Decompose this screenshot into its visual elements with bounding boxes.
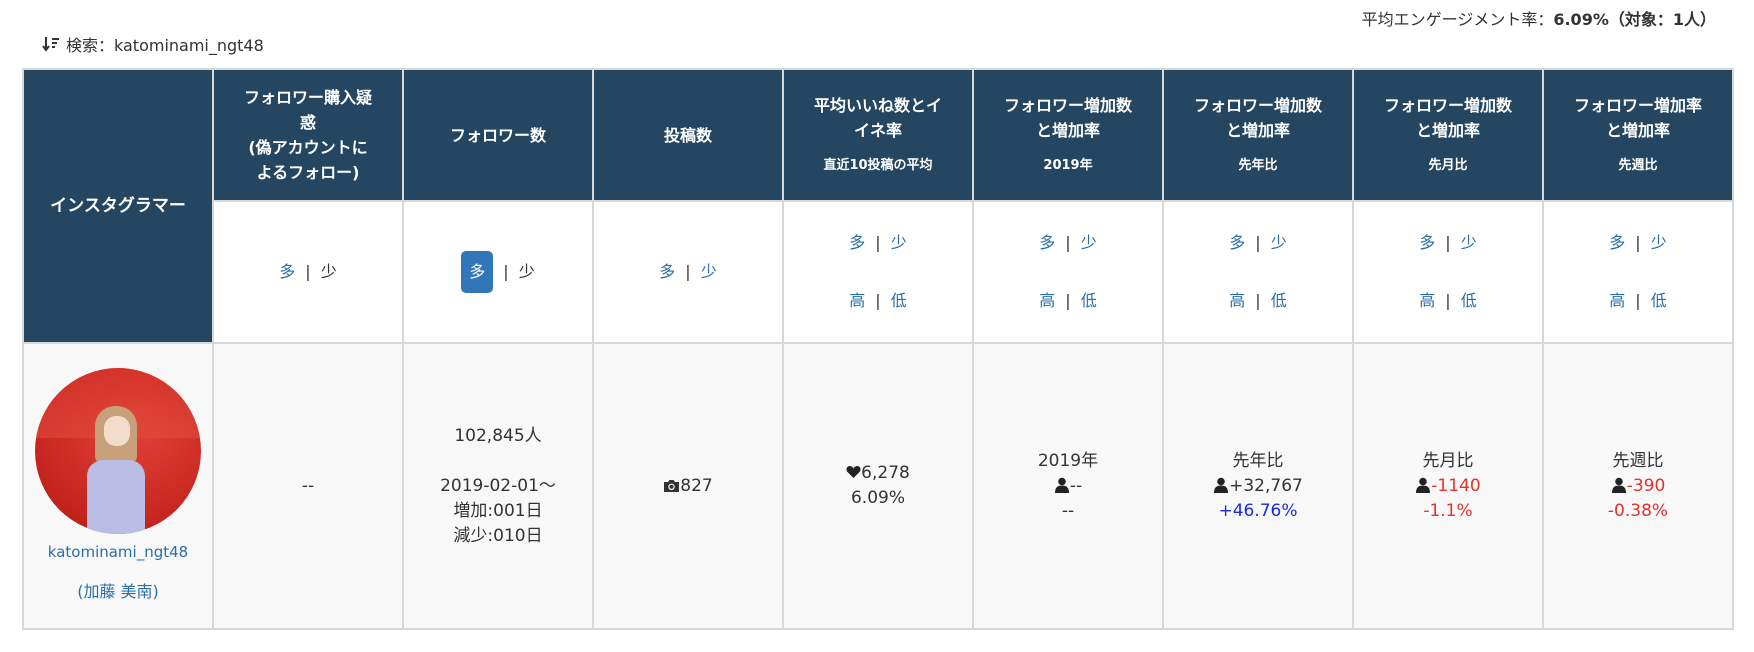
col-header-followers: フォロワー数 bbox=[402, 68, 594, 202]
table-header-row: インスタグラマー フォロワー購入疑惑 (偽アカウントに よるフォロー) フォロワー数… bbox=[22, 68, 1734, 344]
sort-fake-followers: 多 | 少 bbox=[212, 200, 404, 344]
sort-low-link[interactable]: 低 bbox=[1271, 291, 1287, 310]
sort-few-link[interactable]: 少 bbox=[1081, 233, 1097, 252]
sort-growth-wow: 多 | 少 高 | 低 bbox=[1542, 200, 1734, 344]
sort-controls-row: 多 | 少 多 | 少 多 | 少 多 | 少 高 | 低 多 | 少 高 | 低 多 | 少 高 | 低 多 | 少 … bbox=[23, 200, 1734, 344]
avg-engagement-target: （対象：1人） bbox=[1608, 10, 1716, 29]
followers-count: 102,845人 bbox=[454, 425, 542, 446]
sort-few-link[interactable]: 少 bbox=[1461, 233, 1477, 252]
sort-low-link[interactable]: 低 bbox=[891, 291, 907, 310]
cell-posts: 827 bbox=[592, 342, 784, 630]
user-icon bbox=[1054, 477, 1069, 493]
search-indicator: 検索：katominami_ngt48 bbox=[42, 32, 264, 56]
sort-many-link[interactable]: 多 bbox=[659, 262, 675, 281]
sort-low-link[interactable]: 低 bbox=[1461, 291, 1477, 310]
col-header-growth-wow: フォロワー増加率 と増加率 先週比 bbox=[1542, 68, 1734, 202]
col-header-fake-followers: フォロワー購入疑惑 (偽アカウントに よるフォロー) bbox=[212, 68, 404, 202]
col-header-avg-likes: 平均いいね数とイ イネ率 直近10投稿の平均 bbox=[782, 68, 974, 202]
sort-posts: 多 | 少 bbox=[592, 200, 784, 344]
sort-few-link[interactable]: 少 bbox=[1651, 233, 1667, 252]
sort-many-active-button[interactable]: 多 bbox=[461, 251, 494, 293]
sort-high-link[interactable]: 高 bbox=[1039, 291, 1055, 310]
like-rate: 6.09% bbox=[850, 488, 905, 508]
sort-many-link[interactable]: 多 bbox=[1229, 233, 1245, 252]
table-row: katominami_ngt48 (加藤 美南) -- 102,845人 201… bbox=[22, 342, 1734, 630]
sort-high-link[interactable]: 高 bbox=[1229, 291, 1245, 310]
search-label: 検索：katominami_ngt48 bbox=[66, 36, 264, 55]
sort-followers: 多 | 少 bbox=[402, 200, 594, 344]
sort-icon[interactable] bbox=[42, 35, 60, 53]
cell-growth-mom: 先月比 -1140 -1.1% bbox=[1352, 342, 1544, 630]
cell-instagrammer: katominami_ngt48 (加藤 美南) bbox=[22, 342, 214, 630]
sort-avg-likes: 多 | 少 高 | 低 bbox=[782, 200, 974, 344]
sort-growth-2019: 多 | 少 高 | 低 bbox=[972, 200, 1164, 344]
cell-avg-likes: 6,278 6.09% bbox=[782, 342, 974, 630]
sort-high-link[interactable]: 高 bbox=[1609, 291, 1625, 310]
sort-many-link[interactable]: 多 bbox=[849, 233, 865, 252]
user-icon bbox=[1611, 477, 1626, 493]
sort-few-link[interactable]: 少 bbox=[1271, 233, 1287, 252]
sort-many-link[interactable]: 多 bbox=[1419, 233, 1435, 252]
cell-growth-2019: 2019年 -- -- bbox=[972, 342, 1164, 630]
increase-days: 増加:001日 bbox=[453, 500, 543, 521]
sort-high-link[interactable]: 高 bbox=[1419, 291, 1435, 310]
cell-fake-followers: -- bbox=[212, 342, 404, 630]
heart-icon bbox=[846, 466, 861, 478]
user-icon bbox=[1214, 477, 1229, 493]
user-icon bbox=[1416, 477, 1431, 493]
posts-count: 827 bbox=[680, 475, 713, 496]
sort-low-link[interactable]: 低 bbox=[1651, 291, 1667, 310]
sort-few-link[interactable]: 少 bbox=[701, 262, 717, 281]
col-header-growth-2019: フォロワー増加数 と増加率 2019年 bbox=[972, 68, 1164, 202]
sort-few-link[interactable]: 少 bbox=[891, 233, 907, 252]
sort-many-link[interactable]: 多 bbox=[1609, 233, 1625, 252]
ranking-table: インスタグラマー フォロワー購入疑惑 (偽アカウントに よるフォロー) フォロワー数… bbox=[22, 68, 1734, 630]
tracking-since: 2019-02-01～ bbox=[440, 475, 556, 496]
decrease-days: 減少:010日 bbox=[453, 525, 543, 546]
cell-growth-yoy: 先年比 +32,767 +46.76% bbox=[1162, 342, 1354, 630]
sort-growth-yoy: 多 | 少 高 | 低 bbox=[1162, 200, 1354, 344]
avg-engagement-summary: 平均エンゲージメント率：6.09%（対象：1人） bbox=[1362, 6, 1716, 30]
camera-icon bbox=[664, 479, 680, 492]
display-name-link[interactable]: (加藤 美南) bbox=[24, 579, 212, 604]
col-header-posts: 投稿数 bbox=[592, 68, 784, 202]
col-header-instagrammer: インスタグラマー bbox=[22, 68, 214, 344]
cell-growth-wow: 先週比 -390 -0.38% bbox=[1542, 342, 1734, 630]
sort-low-link[interactable]: 低 bbox=[1081, 291, 1097, 310]
avg-engagement-label: 平均エンゲージメント率： bbox=[1361, 10, 1554, 29]
sort-growth-mom: 多 | 少 高 | 低 bbox=[1352, 200, 1544, 344]
sort-few-link[interactable]: 少 bbox=[321, 262, 337, 281]
avg-likes: 6,278 bbox=[861, 463, 910, 483]
cell-followers: 102,845人 2019-02-01～ 増加:001日 減少:010日 bbox=[402, 342, 594, 630]
username-link[interactable]: katominami_ngt48 bbox=[24, 540, 212, 565]
avg-engagement-rate: 6.09% bbox=[1553, 10, 1609, 29]
avatar[interactable] bbox=[35, 368, 201, 534]
col-header-growth-mom: フォロワー増加数 と増加率 先月比 bbox=[1352, 68, 1544, 202]
sort-high-link[interactable]: 高 bbox=[849, 291, 865, 310]
sort-few-link[interactable]: 少 bbox=[519, 262, 535, 281]
sort-many-link[interactable]: 多 bbox=[279, 262, 295, 281]
col-header-growth-yoy: フォロワー増加数 と増加率 先年比 bbox=[1162, 68, 1354, 202]
sort-many-link[interactable]: 多 bbox=[1039, 233, 1055, 252]
